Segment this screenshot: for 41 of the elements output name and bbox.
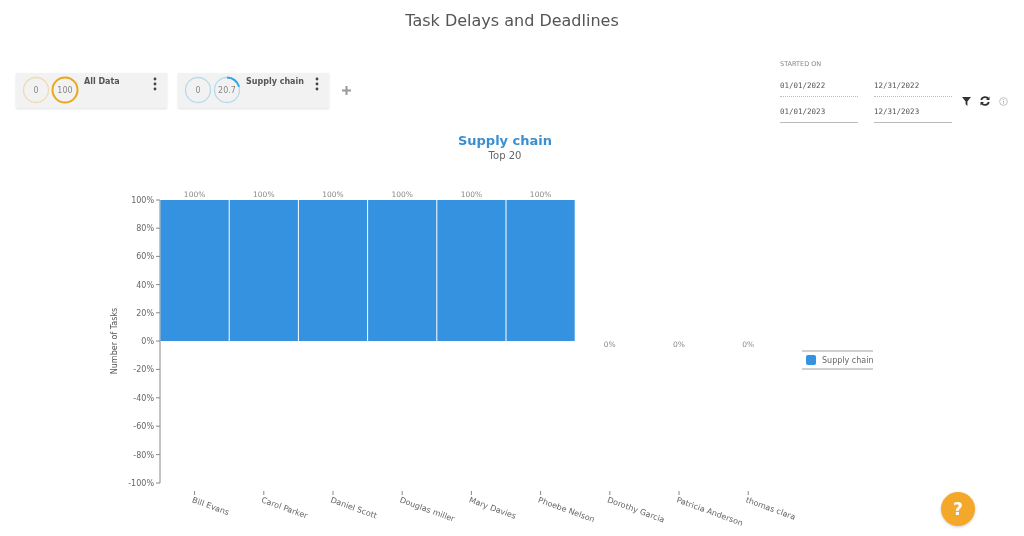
- tick-mark: [194, 490, 196, 496]
- tick-mark: [401, 490, 403, 496]
- tick-mark: [609, 490, 611, 496]
- progress-ring: 100: [51, 75, 79, 104]
- dataset-card[interactable]: 0 20.7 Supply chain: [178, 72, 329, 108]
- tick-mark: [747, 490, 749, 496]
- axis-label: Number of Tasks: [110, 307, 119, 375]
- filter-icon[interactable]: [962, 96, 971, 106]
- progress-ring: 0: [184, 75, 212, 104]
- card-title: Supply chain: [246, 76, 305, 86]
- tick-label: 0%: [141, 337, 154, 346]
- tick-label: -40%: [133, 393, 154, 403]
- tick-label: -100%: [128, 479, 154, 488]
- more-icon[interactable]: [315, 76, 319, 91]
- progress-ring: 0: [22, 75, 50, 104]
- tick-mark: [678, 490, 680, 496]
- tick-mark: [263, 490, 265, 496]
- legend-item[interactable]: Supply chain: [801, 350, 874, 370]
- tick-label: -60%: [133, 422, 154, 432]
- page-title: Task Delays and Deadlines: [404, 10, 620, 32]
- tick-label: -20%: [133, 365, 154, 375]
- category-label: Bill Evans: [190, 495, 231, 518]
- tick-label: 40%: [136, 280, 154, 290]
- refresh-icon[interactable]: [980, 96, 990, 106]
- tick-label: 60%: [136, 252, 154, 262]
- legend-label: Supply chain: [822, 356, 874, 365]
- category-label: Carol Parker: [260, 495, 309, 521]
- tick-mark: [540, 490, 542, 496]
- tick-mark: [332, 490, 334, 496]
- chart-subtitle: Top 20: [488, 150, 522, 161]
- tick-label: 20%: [136, 308, 154, 318]
- card-title: All Data: [84, 76, 121, 86]
- progress-ring: 20.7: [213, 75, 241, 104]
- dataset-card[interactable]: 0 100 All Data: [16, 72, 167, 108]
- tick-mark: [470, 490, 472, 496]
- more-icon[interactable]: [153, 76, 157, 91]
- tick-label: 100%: [131, 196, 154, 205]
- chart-title: Supply chain: [457, 133, 553, 148]
- add-icon[interactable]: [342, 85, 351, 95]
- tick-label: -80%: [133, 450, 154, 460]
- tick-label: 80%: [136, 224, 154, 234]
